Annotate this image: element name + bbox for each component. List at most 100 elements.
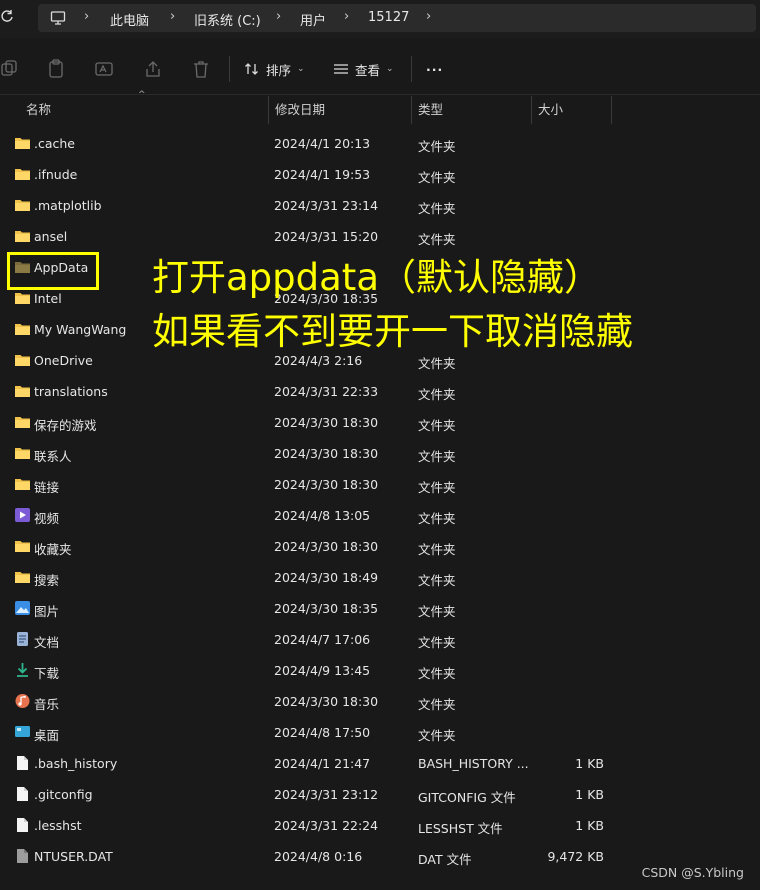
folder-icon xyxy=(14,197,31,213)
file-row[interactable]: 联系人 2024/3/30 18:30 文件夹 xyxy=(0,438,760,469)
file-row[interactable]: 收藏夹 2024/3/30 18:30 文件夹 xyxy=(0,531,760,562)
file-date: 2024/4/7 17:06 xyxy=(274,632,371,647)
file-row[interactable]: 保存的游戏 2024/3/30 18:30 文件夹 xyxy=(0,407,760,438)
file-type: 文件夹 xyxy=(418,511,456,526)
file-type: 文件夹 xyxy=(418,418,456,433)
file-icon xyxy=(14,817,31,833)
folder-icon xyxy=(14,538,31,554)
file-name: translations xyxy=(34,384,108,399)
file-row[interactable]: .ifnude 2024/4/1 19:53 文件夹 xyxy=(0,159,760,190)
address-bar[interactable]: › 此电脑 › 旧系统 (C:) › 用户 › 15127 › xyxy=(38,4,756,32)
rename-icon[interactable] xyxy=(94,59,114,79)
view-list-icon xyxy=(334,64,348,74)
sort-label: 排序 xyxy=(266,62,292,78)
breadcrumb-users[interactable]: 用户 xyxy=(300,10,326,29)
file-row[interactable]: 下载 2024/4/9 13:45 文件夹 xyxy=(0,655,760,686)
file-row[interactable]: .matplotlib 2024/3/31 23:14 文件夹 xyxy=(0,190,760,221)
file-row[interactable]: 文档 2024/4/7 17:06 文件夹 xyxy=(0,624,760,655)
file-row[interactable]: 搜索 2024/3/30 18:49 文件夹 xyxy=(0,562,760,593)
folder-icon xyxy=(14,352,31,368)
system-file-icon xyxy=(14,848,31,864)
file-date: 2024/3/30 18:30 xyxy=(274,477,379,492)
music-folder-icon xyxy=(14,693,31,709)
folder-icon xyxy=(14,414,31,430)
breadcrumb-user-folder[interactable]: 15127 xyxy=(368,10,409,25)
folder-icon xyxy=(14,569,31,585)
file-row[interactable]: .cache 2024/4/1 20:13 文件夹 xyxy=(0,128,760,159)
file-date: 2024/3/30 18:49 xyxy=(274,570,379,585)
file-date: 2024/4/9 13:45 xyxy=(274,663,371,678)
breadcrumb-drive[interactable]: 旧系统 (C:) xyxy=(194,10,261,29)
chevron-right-icon[interactable]: › xyxy=(426,9,431,24)
folder-icon xyxy=(14,228,31,244)
sort-button[interactable]: 排序 ⌄ xyxy=(244,58,305,80)
file-row[interactable]: 桌面 2024/4/8 17:50 文件夹 xyxy=(0,717,760,748)
file-name: .ifnude xyxy=(34,167,78,182)
chevron-right-icon: › xyxy=(170,9,176,24)
folder-icon xyxy=(14,166,31,182)
file-row[interactable]: 视频 2024/4/8 13:05 文件夹 xyxy=(0,500,760,531)
column-date[interactable]: 修改日期 xyxy=(269,96,412,124)
breadcrumb-this-pc[interactable]: 此电脑 xyxy=(110,10,149,29)
file-type: 文件夹 xyxy=(418,201,456,216)
share-icon[interactable] xyxy=(143,59,163,79)
folder-icon xyxy=(14,290,31,306)
file-date: 2024/3/31 22:33 xyxy=(274,384,379,399)
folder-icon xyxy=(14,476,31,492)
file-type: LESSHST 文件 xyxy=(418,821,503,836)
delete-icon[interactable] xyxy=(191,59,211,79)
this-pc-icon xyxy=(50,11,66,25)
view-label: 查看 xyxy=(355,62,381,78)
file-name: 联系人 xyxy=(34,449,72,464)
toolbar-divider xyxy=(229,56,230,82)
file-row[interactable]: 链接 2024/3/30 18:30 文件夹 xyxy=(0,469,760,500)
file-date: 2024/3/31 23:12 xyxy=(274,787,379,802)
annotation-line-1: 打开appdata（默认隐藏） xyxy=(152,256,601,299)
file-type: 文件夹 xyxy=(418,387,456,402)
folder-icon xyxy=(14,445,31,461)
file-size: 1 KB xyxy=(575,756,604,771)
file-row[interactable]: 音乐 2024/3/30 18:30 文件夹 xyxy=(0,686,760,717)
chevron-right-icon: › xyxy=(344,9,350,24)
file-date: 2024/3/31 15:20 xyxy=(274,229,379,244)
file-date: 2024/4/3 2:16 xyxy=(274,353,363,368)
file-date: 2024/3/30 18:35 xyxy=(274,601,379,616)
file-type: 文件夹 xyxy=(418,449,456,464)
file-name: 链接 xyxy=(34,480,60,495)
view-button[interactable]: 查看 ⌄ xyxy=(333,58,394,80)
annotation-line-2: 如果看不到要开一下取消隐藏 xyxy=(152,310,633,353)
column-size[interactable]: 大小 xyxy=(532,96,612,124)
file-name: .gitconfig xyxy=(34,787,93,802)
file-type: 文件夹 xyxy=(418,728,456,743)
file-row[interactable]: 图片 2024/3/30 18:35 文件夹 xyxy=(0,593,760,624)
file-icon xyxy=(14,755,31,771)
file-row[interactable]: .lesshst 2024/3/31 22:24 LESSHST 文件 1 KB xyxy=(0,810,760,841)
file-row[interactable]: ansel 2024/3/31 15:20 文件夹 xyxy=(0,221,760,252)
file-type: 文件夹 xyxy=(418,542,456,557)
file-type: 文件夹 xyxy=(418,635,456,650)
file-name: Intel xyxy=(34,291,62,306)
file-row[interactable]: .gitconfig 2024/3/31 23:12 GITCONFIG 文件 1 K… xyxy=(0,779,760,810)
copy-icon[interactable] xyxy=(0,59,20,79)
file-name: .bash_history xyxy=(34,756,118,771)
file-row[interactable]: .bash_history 2024/4/1 21:47 BASH_HISTORY … xyxy=(0,748,760,779)
chevron-right-icon: › xyxy=(276,9,282,24)
refresh-icon[interactable] xyxy=(0,9,16,27)
file-date: 2024/3/30 18:30 xyxy=(274,694,379,709)
documents-folder-icon xyxy=(14,631,31,647)
file-name: OneDrive xyxy=(34,353,93,368)
file-type: 文件夹 xyxy=(418,697,456,712)
file-name: 文档 xyxy=(34,635,60,650)
pictures-folder-icon xyxy=(14,600,31,616)
file-type: 文件夹 xyxy=(418,170,456,185)
paste-icon[interactable] xyxy=(46,59,66,79)
downloads-folder-icon xyxy=(14,662,31,678)
column-name[interactable]: 名称 xyxy=(20,96,269,124)
file-row[interactable]: translations 2024/3/31 22:33 文件夹 xyxy=(0,376,760,407)
more-options-button[interactable]: ··· xyxy=(426,58,443,80)
file-name: 下载 xyxy=(34,666,60,681)
file-type: BASH_HISTORY ... xyxy=(418,756,529,771)
folder-icon xyxy=(14,383,31,399)
folder-icon xyxy=(14,135,31,151)
column-type[interactable]: 类型 xyxy=(412,96,532,124)
